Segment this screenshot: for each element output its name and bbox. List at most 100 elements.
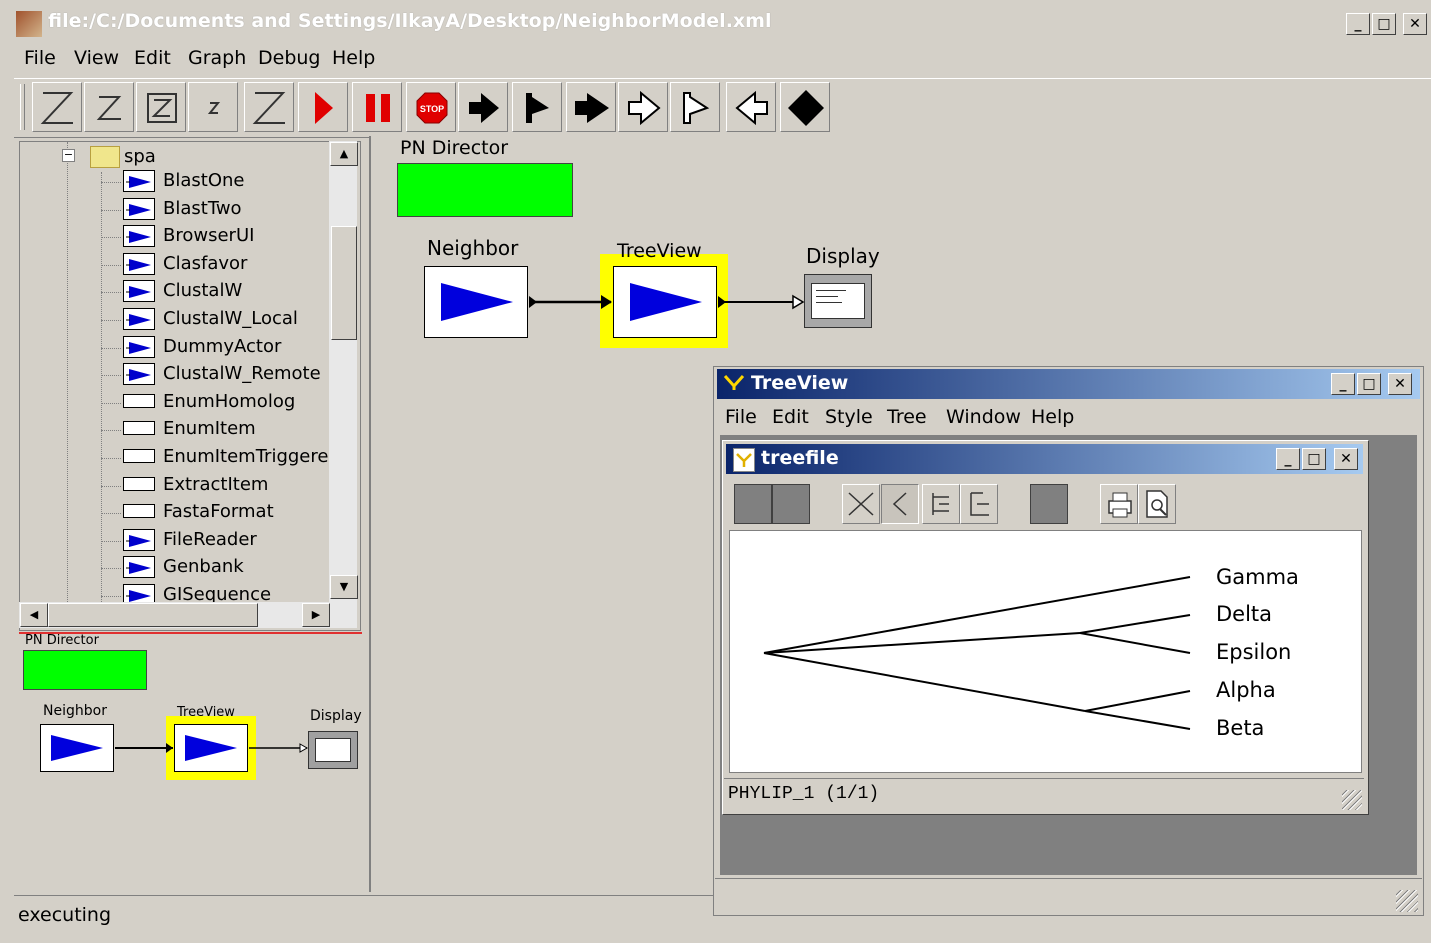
- print-button[interactable]: [1100, 484, 1138, 524]
- actor-icon: [123, 336, 155, 358]
- leaf-label: Beta: [1216, 716, 1265, 740]
- tree-item-label: GISequence: [163, 584, 272, 602]
- minimize-button[interactable]: _: [1346, 13, 1370, 35]
- tree-line: [101, 182, 121, 184]
- overview-panel[interactable]: PN Director Neighbor TreeView Display: [16, 633, 368, 894]
- tree-line: [101, 513, 121, 515]
- treeview-close-button[interactable]: ✕: [1388, 373, 1412, 395]
- slanted-tree-button[interactable]: [842, 484, 880, 524]
- tv-menu-help[interactable]: Help: [1031, 406, 1074, 428]
- tv-menu-tree[interactable]: Tree: [887, 406, 927, 428]
- treefile-doc-icon[interactable]: [733, 448, 755, 472]
- tree-line: [101, 596, 121, 598]
- pause-icon: [366, 94, 390, 122]
- treefile-minimize-button[interactable]: _: [1276, 448, 1300, 470]
- close-button[interactable]: ✕: [1403, 13, 1427, 35]
- forward-button[interactable]: [566, 82, 616, 132]
- tree-item-label: FileReader: [163, 529, 257, 550]
- treeview-maximize-button[interactable]: □: [1357, 373, 1381, 395]
- tree-item-label: EnumHomolog: [163, 391, 296, 412]
- tree-item-label: BlastTwo: [163, 198, 242, 219]
- canvas-connections: [529, 294, 805, 310]
- diamond-icon: [788, 90, 824, 126]
- actor-icon: [123, 225, 155, 247]
- actor-icon: [123, 170, 155, 192]
- leaf-label: Delta: [1216, 602, 1273, 626]
- print-preview-icon: [1146, 490, 1168, 518]
- maximize-button[interactable]: □: [1372, 13, 1396, 35]
- tv-menu-style[interactable]: Style: [825, 406, 873, 428]
- treeview-app-icon[interactable]: [722, 372, 746, 394]
- tree-item-label: ClustalW_Local: [163, 308, 298, 329]
- resize-grip-icon[interactable]: [1396, 890, 1418, 912]
- tree-item-label: ClustalW: [163, 280, 243, 301]
- scroll-up-button[interactable]: ▲: [330, 142, 358, 166]
- cladogram-icon: [970, 492, 989, 516]
- slanted-tree-icon: [848, 492, 874, 516]
- tree-line: [101, 486, 121, 488]
- scroll-down-button[interactable]: ▼: [330, 575, 358, 599]
- tree-item-label: Genbank: [163, 556, 244, 577]
- tree-style-button-1[interactable]: [734, 484, 772, 524]
- tree-line: [101, 541, 121, 543]
- tree-line: [101, 210, 121, 212]
- tree-line: [101, 568, 121, 570]
- scroll-thumb[interactable]: [331, 226, 357, 340]
- stop-button[interactable]: STOP: [406, 82, 456, 132]
- actor-icon: [123, 556, 155, 578]
- overview-connections: [115, 743, 309, 753]
- tree-line: [101, 265, 121, 267]
- forward-outline-button[interactable]: [618, 82, 668, 132]
- scroll-left-button[interactable]: ◀: [20, 603, 48, 627]
- arrow-right-bold-icon: [575, 93, 609, 123]
- tree-line: [101, 292, 121, 294]
- cladogram-button[interactable]: [960, 484, 998, 524]
- leaf-label: Alpha: [1216, 678, 1276, 702]
- tv-menu-file[interactable]: File: [725, 406, 757, 428]
- phylogenetic-tree-view[interactable]: Gamma Delta Epsilon Alpha Beta: [729, 530, 1362, 773]
- tree-line: [101, 403, 121, 405]
- tree-item-label: BlastOne: [163, 170, 245, 191]
- step-button[interactable]: [458, 82, 508, 132]
- tv-menu-edit[interactable]: Edit: [772, 406, 809, 428]
- tree-line: [101, 430, 121, 432]
- actor-icon: [123, 529, 155, 551]
- rectangular-tree-button[interactable]: [881, 484, 919, 524]
- tree-line: [101, 375, 121, 377]
- phylogram-icon: [932, 493, 949, 515]
- tree-item-label: EnumItemTriggered: [163, 446, 329, 467]
- tree-vertical-scrollbar[interactable]: [329, 141, 357, 605]
- flag-outline-icon: [683, 92, 710, 124]
- scroll-right-button[interactable]: ▶: [302, 603, 330, 627]
- class-icon: [123, 421, 155, 435]
- treefile-close-button[interactable]: ✕: [1334, 448, 1358, 470]
- treefile-statusbar: PHYLIP_1 (1/1): [724, 778, 1364, 813]
- flag-button[interactable]: [512, 82, 562, 132]
- actor-icon: [123, 363, 155, 385]
- menu-help[interactable]: Help: [332, 47, 375, 69]
- pause-button[interactable]: [352, 82, 402, 132]
- treefile-maximize-button[interactable]: □: [1302, 448, 1326, 470]
- treefile-resize-grip-icon[interactable]: [1342, 790, 1362, 810]
- tv-menu-window[interactable]: Window: [946, 406, 1021, 428]
- arrow-right-icon: [469, 93, 499, 123]
- tree-line: [101, 348, 121, 350]
- tree-item-label: FastaFormat: [163, 501, 274, 522]
- actor-icon: [123, 280, 155, 302]
- flag-outline-button[interactable]: [670, 82, 720, 132]
- actor-icon: [123, 253, 155, 275]
- svg-text:STOP: STOP: [420, 104, 444, 114]
- class-icon: [123, 394, 155, 408]
- actor-icon: [123, 308, 155, 330]
- tree-option-button[interactable]: [1030, 484, 1068, 524]
- hscroll-thumb[interactable]: [48, 603, 258, 627]
- status-bar: executing: [14, 895, 714, 934]
- phylogram-button[interactable]: [922, 484, 960, 524]
- treeview-minimize-button[interactable]: _: [1331, 373, 1355, 395]
- tree-line: [101, 237, 121, 239]
- tree-style-button-2[interactable]: [772, 484, 810, 524]
- diamond-button[interactable]: [780, 82, 830, 132]
- print-preview-button[interactable]: [1138, 484, 1176, 524]
- back-outline-button[interactable]: [726, 82, 776, 132]
- class-icon: [123, 504, 155, 518]
